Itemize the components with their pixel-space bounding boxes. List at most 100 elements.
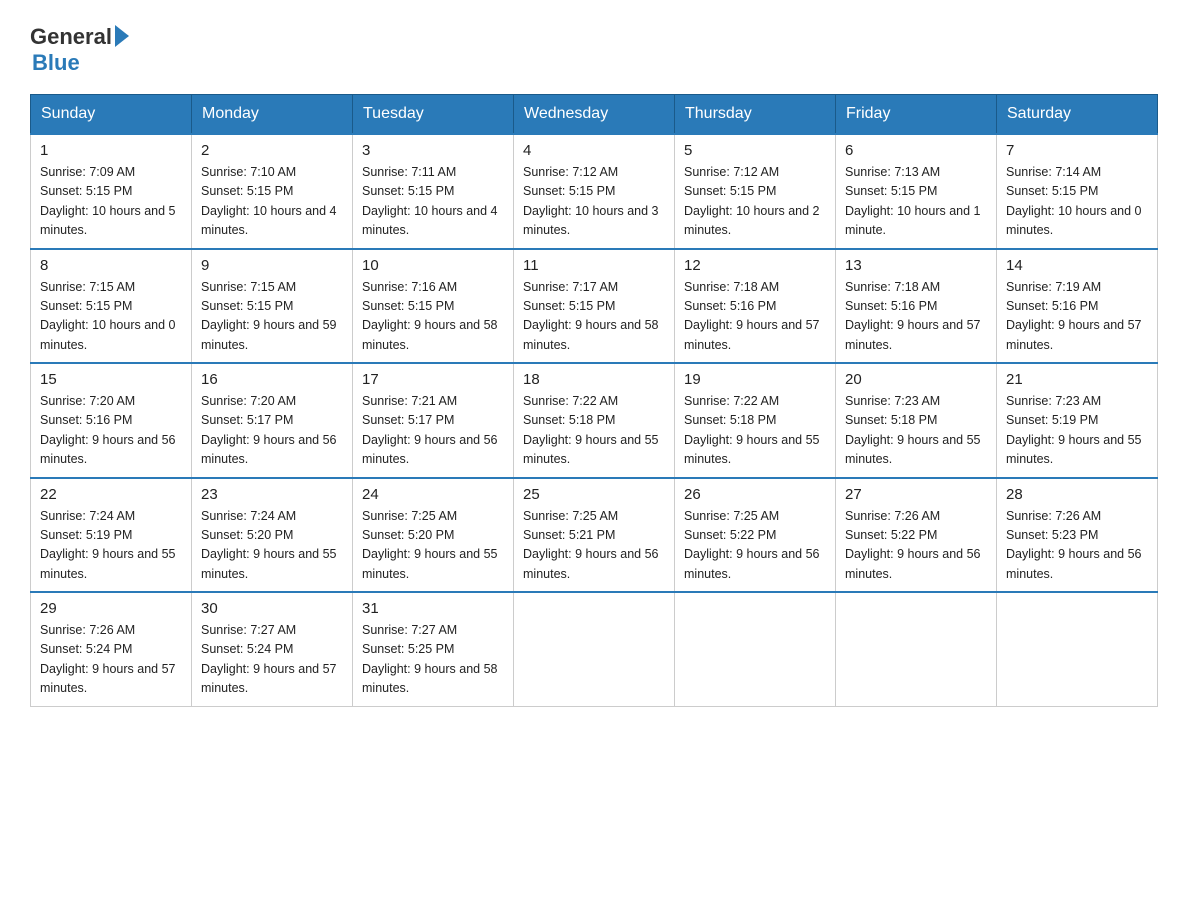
day-number: 28	[1006, 486, 1148, 503]
calendar-week-row: 1 Sunrise: 7:09 AMSunset: 5:15 PMDayligh…	[31, 134, 1158, 249]
day-number: 30	[201, 600, 343, 617]
day-info: Sunrise: 7:18 AMSunset: 5:16 PMDaylight:…	[845, 278, 987, 356]
day-info: Sunrise: 7:15 AMSunset: 5:15 PMDaylight:…	[40, 278, 182, 356]
day-number: 15	[40, 371, 182, 388]
day-number: 10	[362, 257, 504, 274]
day-number: 25	[523, 486, 665, 503]
day-number: 8	[40, 257, 182, 274]
calendar-day-cell: 28 Sunrise: 7:26 AMSunset: 5:23 PMDaylig…	[997, 478, 1158, 593]
calendar-day-cell: 20 Sunrise: 7:23 AMSunset: 5:18 PMDaylig…	[836, 363, 997, 478]
day-number: 19	[684, 371, 826, 388]
day-info: Sunrise: 7:26 AMSunset: 5:24 PMDaylight:…	[40, 621, 182, 699]
day-info: Sunrise: 7:26 AMSunset: 5:23 PMDaylight:…	[1006, 507, 1148, 585]
day-number: 23	[201, 486, 343, 503]
calendar-header-row: SundayMondayTuesdayWednesdayThursdayFrid…	[31, 95, 1158, 135]
day-number: 31	[362, 600, 504, 617]
day-number: 20	[845, 371, 987, 388]
day-info: Sunrise: 7:13 AMSunset: 5:15 PMDaylight:…	[845, 163, 987, 241]
calendar-day-cell: 29 Sunrise: 7:26 AMSunset: 5:24 PMDaylig…	[31, 592, 192, 706]
day-of-week-header: Friday	[836, 95, 997, 135]
day-of-week-header: Tuesday	[353, 95, 514, 135]
calendar-day-cell	[836, 592, 997, 706]
day-info: Sunrise: 7:25 AMSunset: 5:21 PMDaylight:…	[523, 507, 665, 585]
day-info: Sunrise: 7:25 AMSunset: 5:20 PMDaylight:…	[362, 507, 504, 585]
calendar-day-cell: 24 Sunrise: 7:25 AMSunset: 5:20 PMDaylig…	[353, 478, 514, 593]
day-number: 24	[362, 486, 504, 503]
calendar-day-cell: 6 Sunrise: 7:13 AMSunset: 5:15 PMDayligh…	[836, 134, 997, 249]
day-number: 16	[201, 371, 343, 388]
day-info: Sunrise: 7:10 AMSunset: 5:15 PMDaylight:…	[201, 163, 343, 241]
calendar-day-cell: 18 Sunrise: 7:22 AMSunset: 5:18 PMDaylig…	[514, 363, 675, 478]
day-of-week-header: Monday	[192, 95, 353, 135]
day-info: Sunrise: 7:17 AMSunset: 5:15 PMDaylight:…	[523, 278, 665, 356]
day-info: Sunrise: 7:09 AMSunset: 5:15 PMDaylight:…	[40, 163, 182, 241]
day-info: Sunrise: 7:24 AMSunset: 5:20 PMDaylight:…	[201, 507, 343, 585]
calendar-day-cell: 22 Sunrise: 7:24 AMSunset: 5:19 PMDaylig…	[31, 478, 192, 593]
day-info: Sunrise: 7:15 AMSunset: 5:15 PMDaylight:…	[201, 278, 343, 356]
calendar-day-cell: 12 Sunrise: 7:18 AMSunset: 5:16 PMDaylig…	[675, 249, 836, 364]
logo-general-text: General	[30, 24, 112, 50]
day-info: Sunrise: 7:23 AMSunset: 5:19 PMDaylight:…	[1006, 392, 1148, 470]
day-info: Sunrise: 7:19 AMSunset: 5:16 PMDaylight:…	[1006, 278, 1148, 356]
calendar-day-cell: 17 Sunrise: 7:21 AMSunset: 5:17 PMDaylig…	[353, 363, 514, 478]
calendar-day-cell: 14 Sunrise: 7:19 AMSunset: 5:16 PMDaylig…	[997, 249, 1158, 364]
calendar-week-row: 15 Sunrise: 7:20 AMSunset: 5:16 PMDaylig…	[31, 363, 1158, 478]
day-of-week-header: Thursday	[675, 95, 836, 135]
calendar-day-cell	[997, 592, 1158, 706]
calendar-week-row: 8 Sunrise: 7:15 AMSunset: 5:15 PMDayligh…	[31, 249, 1158, 364]
calendar-day-cell: 15 Sunrise: 7:20 AMSunset: 5:16 PMDaylig…	[31, 363, 192, 478]
calendar-day-cell: 27 Sunrise: 7:26 AMSunset: 5:22 PMDaylig…	[836, 478, 997, 593]
calendar-day-cell: 1 Sunrise: 7:09 AMSunset: 5:15 PMDayligh…	[31, 134, 192, 249]
day-of-week-header: Saturday	[997, 95, 1158, 135]
calendar-day-cell: 30 Sunrise: 7:27 AMSunset: 5:24 PMDaylig…	[192, 592, 353, 706]
day-number: 29	[40, 600, 182, 617]
day-number: 22	[40, 486, 182, 503]
calendar-day-cell: 19 Sunrise: 7:22 AMSunset: 5:18 PMDaylig…	[675, 363, 836, 478]
day-number: 4	[523, 142, 665, 159]
calendar-day-cell: 13 Sunrise: 7:18 AMSunset: 5:16 PMDaylig…	[836, 249, 997, 364]
day-info: Sunrise: 7:27 AMSunset: 5:24 PMDaylight:…	[201, 621, 343, 699]
calendar-day-cell	[675, 592, 836, 706]
day-number: 2	[201, 142, 343, 159]
calendar-day-cell	[514, 592, 675, 706]
day-info: Sunrise: 7:16 AMSunset: 5:15 PMDaylight:…	[362, 278, 504, 356]
day-number: 5	[684, 142, 826, 159]
day-info: Sunrise: 7:20 AMSunset: 5:16 PMDaylight:…	[40, 392, 182, 470]
day-number: 17	[362, 371, 504, 388]
calendar-day-cell: 2 Sunrise: 7:10 AMSunset: 5:15 PMDayligh…	[192, 134, 353, 249]
calendar-day-cell: 31 Sunrise: 7:27 AMSunset: 5:25 PMDaylig…	[353, 592, 514, 706]
day-info: Sunrise: 7:23 AMSunset: 5:18 PMDaylight:…	[845, 392, 987, 470]
day-number: 26	[684, 486, 826, 503]
logo-blue-text: Blue	[32, 50, 80, 75]
day-of-week-header: Sunday	[31, 95, 192, 135]
calendar-day-cell: 10 Sunrise: 7:16 AMSunset: 5:15 PMDaylig…	[353, 249, 514, 364]
day-info: Sunrise: 7:27 AMSunset: 5:25 PMDaylight:…	[362, 621, 504, 699]
day-number: 6	[845, 142, 987, 159]
day-number: 18	[523, 371, 665, 388]
calendar-day-cell: 5 Sunrise: 7:12 AMSunset: 5:15 PMDayligh…	[675, 134, 836, 249]
day-number: 3	[362, 142, 504, 159]
calendar-table: SundayMondayTuesdayWednesdayThursdayFrid…	[30, 94, 1158, 707]
day-info: Sunrise: 7:25 AMSunset: 5:22 PMDaylight:…	[684, 507, 826, 585]
day-number: 13	[845, 257, 987, 274]
day-info: Sunrise: 7:12 AMSunset: 5:15 PMDaylight:…	[523, 163, 665, 241]
day-info: Sunrise: 7:24 AMSunset: 5:19 PMDaylight:…	[40, 507, 182, 585]
logo: General Blue	[30, 24, 129, 76]
day-number: 27	[845, 486, 987, 503]
calendar-day-cell: 4 Sunrise: 7:12 AMSunset: 5:15 PMDayligh…	[514, 134, 675, 249]
calendar-day-cell: 11 Sunrise: 7:17 AMSunset: 5:15 PMDaylig…	[514, 249, 675, 364]
calendar-day-cell: 7 Sunrise: 7:14 AMSunset: 5:15 PMDayligh…	[997, 134, 1158, 249]
calendar-day-cell: 9 Sunrise: 7:15 AMSunset: 5:15 PMDayligh…	[192, 249, 353, 364]
calendar-week-row: 22 Sunrise: 7:24 AMSunset: 5:19 PMDaylig…	[31, 478, 1158, 593]
day-of-week-header: Wednesday	[514, 95, 675, 135]
calendar-day-cell: 26 Sunrise: 7:25 AMSunset: 5:22 PMDaylig…	[675, 478, 836, 593]
day-info: Sunrise: 7:18 AMSunset: 5:16 PMDaylight:…	[684, 278, 826, 356]
day-info: Sunrise: 7:14 AMSunset: 5:15 PMDaylight:…	[1006, 163, 1148, 241]
calendar-day-cell: 3 Sunrise: 7:11 AMSunset: 5:15 PMDayligh…	[353, 134, 514, 249]
day-number: 14	[1006, 257, 1148, 274]
day-info: Sunrise: 7:22 AMSunset: 5:18 PMDaylight:…	[684, 392, 826, 470]
day-info: Sunrise: 7:20 AMSunset: 5:17 PMDaylight:…	[201, 392, 343, 470]
logo-arrow-icon	[115, 25, 129, 47]
day-number: 21	[1006, 371, 1148, 388]
day-info: Sunrise: 7:22 AMSunset: 5:18 PMDaylight:…	[523, 392, 665, 470]
